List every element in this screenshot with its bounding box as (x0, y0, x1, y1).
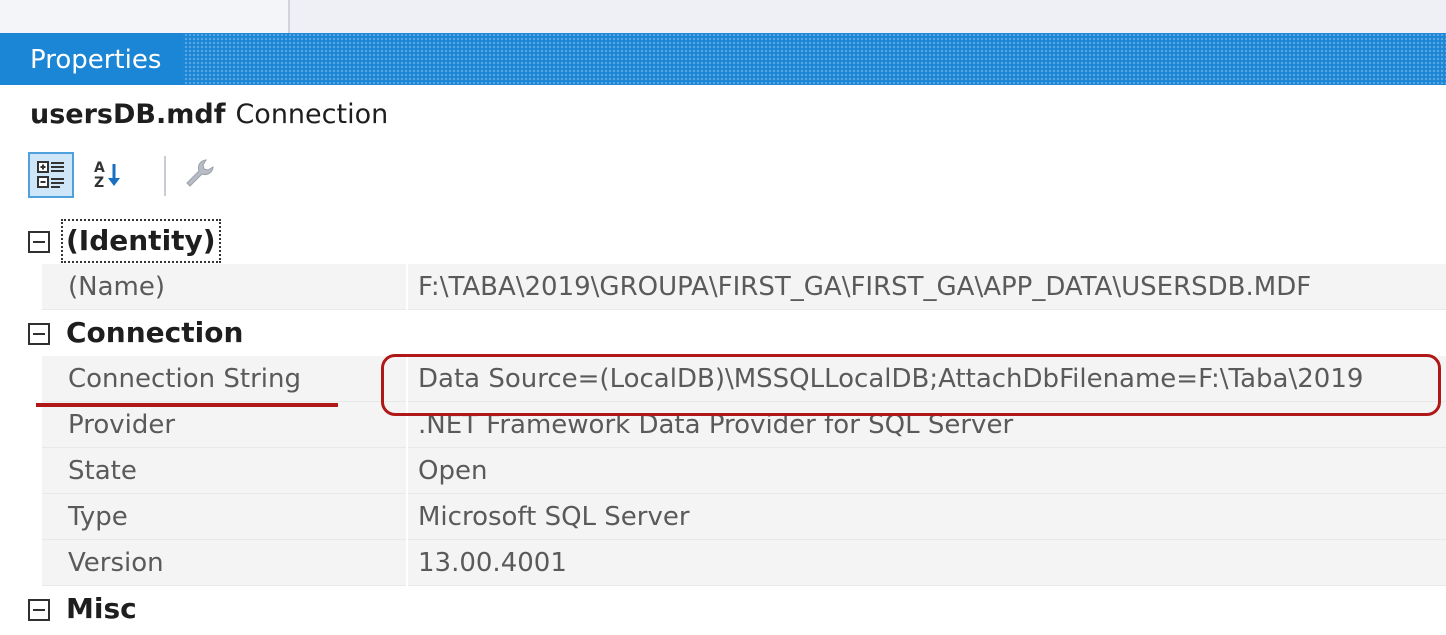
collapse-icon[interactable] (28, 323, 50, 345)
object-type: Connection (235, 99, 389, 130)
property-row-state[interactable]: State Open (0, 448, 1446, 494)
property-name: Type (42, 494, 406, 540)
properties-title-bar[interactable]: Properties (0, 33, 1446, 85)
category-label: Misc (66, 592, 137, 625)
toolbar-separator (164, 156, 166, 196)
collapse-icon[interactable] (28, 231, 50, 253)
property-name: Provider (42, 402, 406, 448)
collapse-icon[interactable] (28, 599, 50, 621)
category-misc[interactable]: Misc (0, 586, 1446, 626)
property-grid: (Identity) (Name) F:\TABA\2019\GROUPA\FI… (0, 218, 1446, 626)
object-name: usersDB.mdf (30, 99, 226, 130)
property-row-name[interactable]: (Name) F:\TABA\2019\GROUPA\FIRST_GA\FIRS… (0, 264, 1446, 310)
svg-text:A: A (94, 160, 105, 176)
document-tab[interactable] (0, 0, 290, 33)
svg-text:Z: Z (94, 175, 104, 191)
property-name: Connection String (42, 356, 406, 402)
property-row-provider[interactable]: Provider .NET Framework Data Provider fo… (0, 402, 1446, 448)
panel-title: Properties (0, 33, 184, 85)
property-row-type[interactable]: Type Microsoft SQL Server (0, 494, 1446, 540)
property-value[interactable]: .NET Framework Data Provider for SQL Ser… (408, 402, 1446, 448)
property-value[interactable]: Open (408, 448, 1446, 494)
wrench-icon (186, 159, 214, 187)
alphabetical-sort-icon: A Z (94, 160, 120, 191)
property-value[interactable]: F:\TABA\2019\GROUPA\FIRST_GA\FIRST_GA\AP… (408, 264, 1446, 310)
property-value[interactable]: Data Source=(LocalDB)\MSSQLLocalDB;Attac… (408, 356, 1446, 402)
category-identity[interactable]: (Identity) (0, 218, 1446, 264)
property-row-version[interactable]: Version 13.00.4001 (0, 540, 1446, 586)
category-label: Connection (66, 316, 244, 349)
property-row-connection-string[interactable]: Connection String Data Source=(LocalDB)\… (0, 356, 1446, 402)
property-value[interactable]: Microsoft SQL Server (408, 494, 1446, 540)
property-name: State (42, 448, 406, 494)
categorized-icon (37, 161, 64, 188)
alphabetical-button[interactable]: A Z (88, 152, 134, 198)
category-connection[interactable]: Connection (0, 310, 1446, 356)
object-selector[interactable]: usersDB.mdf Connection (30, 90, 388, 140)
property-name: (Name) (42, 264, 406, 310)
property-name: Version (42, 540, 406, 586)
property-value[interactable]: 13.00.4001 (408, 540, 1446, 586)
document-tab-strip (0, 0, 1446, 33)
properties-toolbar: A Z (24, 150, 264, 206)
categorized-button[interactable] (28, 152, 74, 198)
property-pages-button[interactable] (178, 152, 224, 198)
category-label: (Identity) (60, 218, 222, 264)
